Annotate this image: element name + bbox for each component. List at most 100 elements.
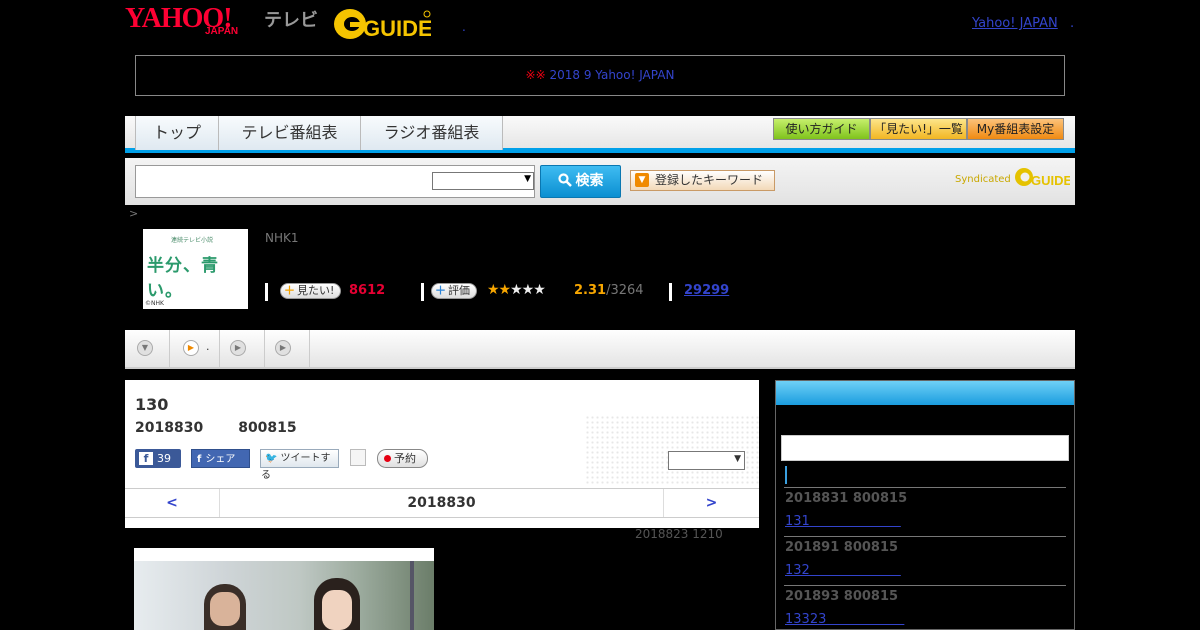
yahoo-japan-wordmark: JAPAN — [205, 26, 239, 37]
program-thumbnail: 連続テレビ小説 半分、青い。 ©NHK — [143, 229, 248, 309]
facebook-like-count: 39 — [157, 452, 171, 465]
sidebar-episode-date: 201891 800815 — [785, 540, 899, 555]
tab-top[interactable]: トップ — [135, 116, 219, 150]
notice-mark: ※※ — [525, 68, 546, 82]
mitai-list-button[interactable]: 「見たい!」一覧 — [870, 118, 967, 140]
divider — [669, 283, 672, 301]
updated-timestamp: 2018823 1210 — [635, 527, 723, 541]
episode-time: 800815 — [238, 420, 297, 436]
sidebar-panel: 2018831 800815 131 201891 800815 132 201… — [775, 380, 1075, 630]
sidebar-episode-link[interactable]: 131 — [785, 510, 901, 529]
search-category-select[interactable]: ▼ — [432, 172, 534, 190]
divider — [265, 283, 268, 301]
yahoo-japan-dot: . — [1070, 16, 1075, 31]
breadcrumb: > — [129, 207, 139, 220]
reserve-label: 予約 — [394, 452, 416, 465]
calendar-add-icon[interactable] — [350, 449, 366, 466]
sidebar-episode-date: 201893 800815 — [785, 589, 899, 604]
mitai-button[interactable]: ＋見たい! — [280, 283, 342, 299]
play-icon: ▶ — [183, 340, 199, 356]
notice-link[interactable]: 2018 9 Yahoo! JAPAN — [549, 68, 734, 82]
channel-name: NHK1 — [265, 231, 299, 245]
star-empty-icon: ★★★ — [510, 282, 546, 298]
mitai-label: 見たい! — [297, 284, 335, 297]
search-icon — [557, 173, 572, 187]
thumbnail-title: 半分、青い。 — [147, 256, 219, 301]
rating-stars: ★★★★★ — [487, 282, 546, 298]
sidebar-search-input[interactable] — [781, 435, 1069, 461]
chevron-down-icon: ▼ — [734, 454, 741, 464]
next-day-button[interactable]: > — [663, 489, 759, 517]
thumbnail-copyright: ©NHK — [145, 300, 164, 307]
notice-box: ※※ 2018 9 Yahoo! JAPAN — [135, 55, 1065, 96]
plus-icon: ＋ — [435, 284, 446, 297]
saved-keywords-button[interactable]: ▼ 登録したキーワード — [630, 170, 775, 191]
syndicated-label: Syndicated — [955, 174, 1011, 185]
facebook-like-button[interactable]: f 39 — [135, 449, 181, 468]
prev-day-button[interactable]: < — [125, 489, 220, 517]
sidebar-episode-link[interactable]: 132 — [785, 559, 901, 578]
facebook-share-label: シェア — [205, 454, 236, 465]
facebook-icon: f — [139, 452, 153, 465]
svg-text:GUIDE: GUIDE — [1031, 173, 1070, 188]
episode-tabs-row: ▼ ▶. ▶ ▶ — [125, 330, 1075, 369]
header-dot-link[interactable]: . — [462, 20, 466, 34]
thumbnail-subtitle: 連続テレビ小説 — [171, 237, 214, 244]
tweet-button[interactable]: 🐦 ツイートする — [260, 449, 339, 481]
episode-select[interactable]: ▼ — [668, 451, 745, 470]
tab-play-main[interactable]: ▶. — [170, 330, 220, 367]
twitter-bird-icon: 🐦 — [265, 453, 278, 464]
review-count-link[interactable]: 29299 — [684, 283, 729, 298]
rating-total: /3264 — [606, 283, 644, 298]
tab-dropdown[interactable]: ▼ — [125, 330, 170, 367]
sidebar-episode-date: 2018831 800815 — [785, 491, 908, 506]
my-listings-settings-button[interactable]: My番組表設定 — [967, 118, 1064, 140]
star-filled-icon: ★★ — [487, 282, 511, 298]
plus-icon: ＋ — [284, 284, 295, 297]
divider — [784, 585, 1066, 586]
rating-label: 評価 — [448, 284, 470, 297]
facebook-icon: f — [197, 454, 202, 465]
sidebar-section-marker — [785, 466, 787, 484]
rating-score: 2.31/3264 — [574, 283, 644, 298]
dropdown-triangle-icon: ▼ — [635, 173, 649, 187]
tab-play-3[interactable]: ▶ — [265, 330, 310, 367]
tab-radio-listings[interactable]: ラジオ番組表 — [361, 116, 503, 150]
divider — [421, 283, 424, 301]
search-bar: ▼ 検索 ▼ 登録したキーワード Syndicated GUIDE — [125, 158, 1075, 205]
tv-logo-text[interactable]: テレビ — [264, 6, 318, 32]
search-button-label: 検索 — [575, 173, 604, 189]
prev-day-link[interactable]: < — [166, 495, 178, 511]
gguide-logo[interactable]: GUIDE — [333, 7, 431, 40]
chevron-down-icon: ▼ — [524, 174, 531, 184]
usage-guide-button[interactable]: 使い方ガイド — [773, 118, 870, 140]
facebook-share-button[interactable]: f シェア — [191, 449, 250, 468]
next-day-link[interactable]: > — [706, 495, 718, 511]
syndicated-gguide-logo: Syndicated GUIDE — [955, 166, 1072, 188]
tab-tv-listings[interactable]: テレビ番組表 — [219, 116, 361, 150]
yahoo-japan-link[interactable]: Yahoo! JAPAN — [972, 16, 1058, 31]
main-nav: トップ テレビ番組表 ラジオ番組表 使い方ガイド 「見たい!」一覧 My番組表設… — [125, 116, 1075, 153]
notice-link-text: 2018 9 Yahoo! JAPAN — [549, 68, 675, 82]
gguide-small-logo: GUIDE — [1014, 168, 1072, 188]
gguide-logo-text: GUIDE — [363, 16, 431, 40]
play-icon: ▶ — [275, 340, 291, 356]
notice-link-tail — [674, 68, 734, 82]
search-button[interactable]: 検索 — [540, 165, 621, 198]
divider — [784, 536, 1066, 537]
play-icon: ▶ — [230, 340, 246, 356]
episode-photo — [134, 548, 434, 630]
sidebar-header — [776, 381, 1074, 405]
tab-text: . — [206, 340, 210, 353]
mitai-count: 8612 — [349, 283, 386, 298]
episode-title: 130 — [135, 395, 169, 414]
sidebar-episode-link[interactable]: 13323 — [785, 608, 904, 627]
chevron-down-icon: ▼ — [137, 340, 153, 356]
rating-button[interactable]: ＋評価 — [431, 283, 477, 299]
date-pager: < 2018830 > — [125, 488, 759, 518]
record-dot-icon — [384, 455, 391, 462]
tab-play-2[interactable]: ▶ — [220, 330, 265, 367]
episode-date: 2018830 — [135, 420, 204, 436]
episode-panel: 130 2018830 800815 f 39 f シェア 🐦 ツイートする 予約 ▼ … — [125, 380, 759, 528]
reserve-button[interactable]: 予約 — [377, 449, 428, 468]
